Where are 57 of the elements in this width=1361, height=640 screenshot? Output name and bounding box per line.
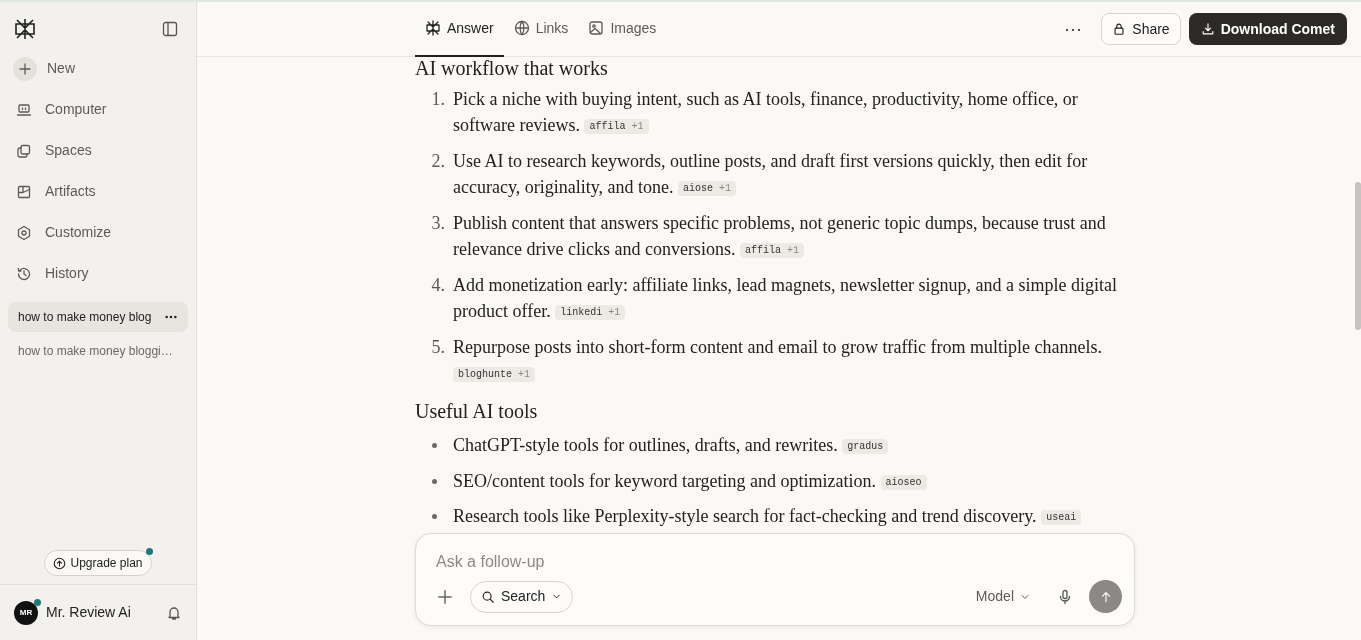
history-icon	[16, 265, 32, 282]
download-button[interactable]: Download Comet	[1188, 13, 1347, 45]
share-button[interactable]: Share	[1101, 13, 1181, 45]
source-chip[interactable]: aioseo	[880, 474, 927, 490]
microphone-icon[interactable]	[1057, 588, 1073, 605]
lock-icon	[1112, 22, 1127, 36]
layout-icon	[16, 183, 32, 200]
search-mode-button[interactable]: Search	[470, 580, 574, 613]
source-chip[interactable]: gradus	[842, 439, 889, 454]
source-chip[interactable]: useai	[1041, 510, 1082, 525]
bullet-icon	[431, 514, 437, 519]
list-number: 1.	[430, 88, 446, 111]
nav-item[interactable]: Spaces	[0, 130, 196, 171]
section-heading: Useful AI tools	[415, 400, 539, 422]
logo-icon[interactable]	[14, 18, 36, 40]
source-chip[interactable]: affila +1	[739, 243, 804, 258]
image-icon	[588, 20, 605, 36]
thread-item[interactable]: how to make money blog	[8, 302, 188, 332]
list-number: 5.	[430, 336, 446, 359]
source-chip[interactable]: aiose +1	[678, 181, 737, 196]
tab[interactable]: Links	[503, 2, 579, 57]
laptop-icon	[16, 101, 32, 118]
scrollbar-thumb[interactable]	[1355, 182, 1361, 330]
section-heading: AI workflow that works	[415, 57, 609, 79]
tab[interactable]: Images	[578, 2, 667, 57]
follow-up-input[interactable]: Ask a follow-up	[436, 550, 1122, 574]
download-icon	[1200, 22, 1215, 36]
bell-icon[interactable]	[166, 604, 182, 621]
globe-icon	[513, 20, 530, 36]
nav-item[interactable]: Computer	[0, 89, 196, 130]
user-avatar[interactable]: MR	[14, 600, 38, 625]
sidebar-toggle-icon[interactable]	[162, 21, 178, 37]
logo-icon	[425, 20, 441, 36]
bullet-icon	[431, 443, 437, 448]
model-dropdown[interactable]: Model	[975, 586, 1031, 607]
arrow-up-circle-icon	[53, 556, 67, 570]
hexagon-icon	[16, 224, 32, 241]
upgrade-plan-button[interactable]: Upgrade plan	[44, 550, 152, 576]
list-number: 2.	[430, 150, 446, 173]
thread-item[interactable]: how to make money bloggi…	[8, 336, 188, 366]
bullet-icon	[431, 478, 437, 484]
nav-item[interactable]: Artifacts	[0, 171, 196, 212]
plus-icon[interactable]	[436, 587, 454, 606]
tab[interactable]: Answer	[415, 2, 504, 57]
list-number: 3.	[430, 212, 446, 235]
send-button[interactable]	[1089, 580, 1122, 613]
user-name: Mr. Review Ai	[46, 603, 132, 622]
list-number: 4.	[430, 274, 446, 297]
folders-icon	[16, 142, 32, 159]
source-chip[interactable]: affila +1	[584, 119, 649, 134]
source-chip[interactable]: bloghunte +1	[453, 367, 536, 382]
source-chip[interactable]: linkedi +1	[555, 305, 626, 320]
more-options-icon[interactable]: ⋯	[1064, 15, 1084, 43]
search-icon	[481, 589, 495, 604]
nav-item[interactable]: Customize	[0, 212, 196, 253]
nav-item[interactable]: History	[0, 253, 196, 294]
nav-item[interactable]: New	[0, 48, 196, 89]
